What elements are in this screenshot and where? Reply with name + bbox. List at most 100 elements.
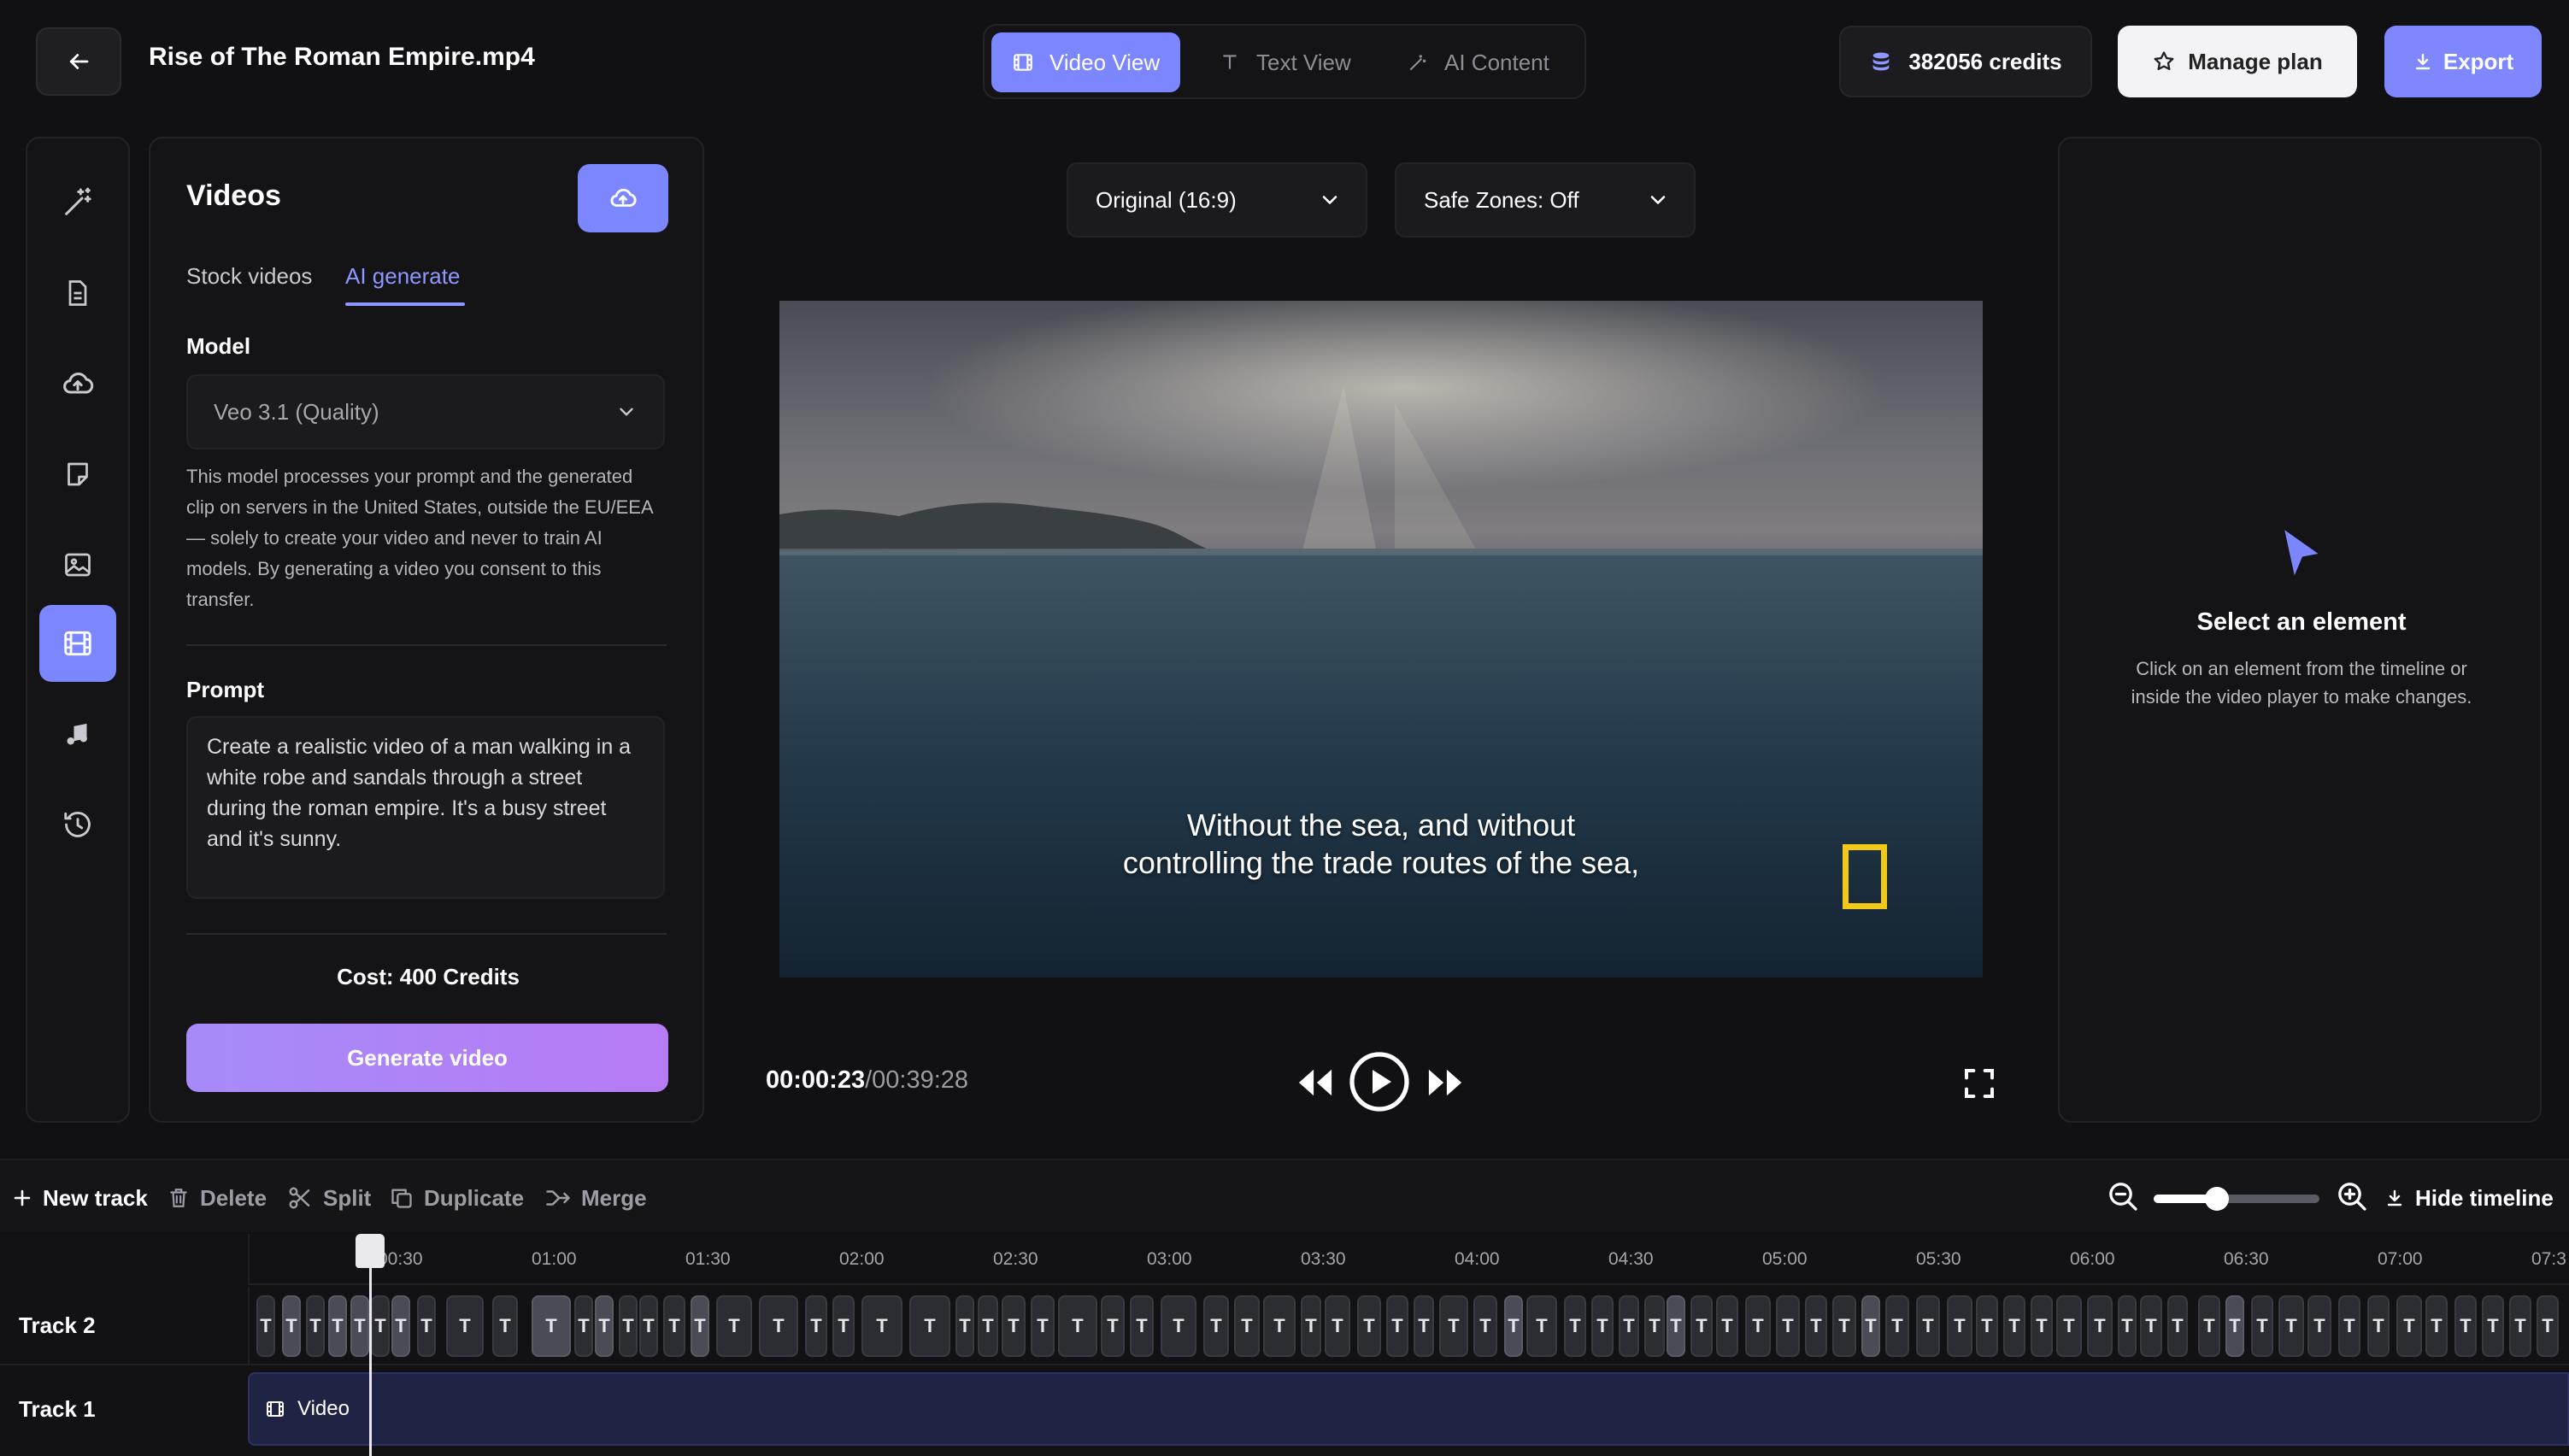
text-clip[interactable]: T [691, 1295, 709, 1357]
fast-forward-button[interactable] [1426, 1065, 1465, 1101]
text-clip[interactable]: T [1130, 1295, 1154, 1357]
subtitle-overlay[interactable]: Without the sea, and without controlling… [779, 807, 1983, 882]
text-clip[interactable]: T [1619, 1295, 1639, 1357]
rail-history[interactable] [39, 786, 116, 863]
text-clip[interactable]: T [1832, 1295, 1856, 1357]
text-clip[interactable]: T [1916, 1295, 1940, 1357]
text-clip[interactable]: T [282, 1295, 301, 1357]
text-clip[interactable]: T [1203, 1295, 1229, 1357]
text-clip[interactable]: T [2198, 1295, 2220, 1357]
text-clip[interactable]: T [1002, 1295, 1026, 1357]
text-clip[interactable]: T [2278, 1295, 2304, 1357]
text-clip[interactable]: T [350, 1295, 369, 1357]
rail-images[interactable] [39, 526, 116, 603]
fullscreen-button[interactable] [1962, 1066, 1996, 1101]
rewind-button[interactable] [1296, 1065, 1335, 1101]
text-clip[interactable]: T [446, 1295, 484, 1357]
text-clip[interactable]: T [1504, 1295, 1523, 1357]
text-clip[interactable]: T [978, 1295, 998, 1357]
text-clip[interactable]: T [1101, 1295, 1125, 1357]
text-clip[interactable]: T [2225, 1295, 2244, 1357]
tab-ai-generate[interactable]: AI generate [345, 263, 460, 290]
text-clip[interactable]: T [2509, 1295, 2531, 1357]
text-clip[interactable]: T [1325, 1295, 1350, 1357]
text-clip[interactable]: T [759, 1295, 798, 1357]
text-clip[interactable]: T [619, 1295, 638, 1357]
text-clip[interactable]: T [391, 1295, 410, 1357]
text-clip[interactable]: T [2087, 1295, 2113, 1357]
rail-ai-tools[interactable] [39, 164, 116, 241]
text-clip[interactable]: T [2396, 1295, 2422, 1357]
text-clip[interactable]: T [2056, 1295, 2082, 1357]
text-clip[interactable]: T [1591, 1295, 1614, 1357]
text-clip[interactable]: T [328, 1295, 347, 1357]
new-track-button[interactable]: New track [12, 1179, 148, 1217]
text-clip[interactable]: T [1564, 1295, 1586, 1357]
text-clip[interactable]: T [1031, 1295, 1055, 1357]
text-clip[interactable]: T [1976, 1295, 1998, 1357]
text-clip[interactable]: T [1805, 1295, 1827, 1357]
text-clip[interactable]: T [1885, 1295, 1909, 1357]
text-clip[interactable]: T [639, 1295, 658, 1357]
text-clip[interactable]: T [532, 1295, 571, 1357]
text-clip[interactable]: T [1644, 1295, 1665, 1357]
split-button[interactable]: Split [287, 1179, 371, 1217]
text-clip[interactable]: T [1414, 1295, 1434, 1357]
zoom-in-button[interactable] [2335, 1179, 2369, 1213]
text-clip[interactable]: T [417, 1295, 436, 1357]
text-clip[interactable]: T [1357, 1295, 1381, 1357]
back-button[interactable] [36, 27, 121, 96]
hide-timeline-button[interactable]: Hide timeline [2384, 1179, 2554, 1217]
safe-zones-select[interactable]: Safe Zones: Off [1395, 162, 1696, 238]
text-clip[interactable]: T [663, 1295, 685, 1357]
video-clip[interactable]: Video [248, 1372, 2569, 1446]
text-clip[interactable]: T [1263, 1295, 1296, 1357]
aspect-ratio-select[interactable]: Original (16:9) [1067, 162, 1367, 238]
zoom-slider-thumb[interactable] [2205, 1187, 2229, 1211]
text-clip[interactable]: T [909, 1295, 950, 1357]
generate-video-button[interactable]: Generate video [186, 1024, 668, 1092]
text-clip[interactable]: T [2118, 1295, 2137, 1357]
text-clip[interactable]: T [1690, 1295, 1713, 1357]
text-clip[interactable]: T [1745, 1295, 1771, 1357]
text-clip[interactable]: T [1667, 1295, 1685, 1357]
credits-balance[interactable]: 382056 credits [1839, 26, 2092, 97]
zoom-slider[interactable] [2154, 1187, 2319, 1211]
export-button[interactable]: Export [2384, 26, 2542, 97]
rail-elements[interactable] [39, 436, 116, 513]
text-clip[interactable]: T [2425, 1295, 2448, 1357]
model-select[interactable]: Veo 3.1 (Quality) [186, 374, 665, 449]
text-clip[interactable]: T [832, 1295, 855, 1357]
merge-button[interactable]: Merge [545, 1179, 647, 1217]
text-clip[interactable]: T [1301, 1295, 1321, 1357]
text-clip[interactable]: T [2140, 1295, 2162, 1357]
prompt-textarea[interactable]: Create a realistic video of a man walkin… [186, 716, 665, 899]
rail-audio[interactable] [39, 696, 116, 772]
text-clip[interactable]: T [256, 1295, 275, 1357]
text-clip[interactable]: T [1058, 1295, 1097, 1357]
upload-video-button[interactable] [578, 164, 668, 232]
timeline-ruler[interactable]: 00:30 01:00 01:30 02:00 02:30 03:00 03:30 04:00… [248, 1234, 2569, 1285]
text-clip[interactable]: T [1716, 1295, 1738, 1357]
text-clip[interactable]: T [861, 1295, 902, 1357]
duplicate-button[interactable]: Duplicate [390, 1179, 524, 1217]
delete-button[interactable]: Delete [168, 1179, 267, 1217]
text-clip[interactable]: T [1161, 1295, 1196, 1357]
text-clip[interactable]: T [2307, 1295, 2331, 1357]
text-clip[interactable]: T [2454, 1295, 2477, 1357]
text-clip[interactable]: T [2367, 1295, 2390, 1357]
text-clip[interactable]: T [2003, 1295, 2025, 1357]
text-clip[interactable]: T [306, 1295, 325, 1357]
text-clip[interactable]: T [371, 1295, 390, 1357]
text-clip[interactable]: T [1386, 1295, 1408, 1357]
text-clip[interactable]: T [716, 1295, 752, 1357]
text-clip[interactable]: T [1439, 1295, 1468, 1357]
tab-stock-videos[interactable]: Stock videos [186, 263, 312, 290]
play-button[interactable] [1349, 1051, 1410, 1113]
text-clip[interactable]: T [955, 1295, 974, 1357]
text-clip[interactable]: T [2537, 1295, 2559, 1357]
tab-ai-content[interactable]: AI Content [1386, 32, 1570, 92]
text-clip[interactable]: T [595, 1295, 614, 1357]
zoom-out-button[interactable] [2106, 1179, 2140, 1213]
tab-text-view[interactable]: Text View [1198, 32, 1372, 92]
